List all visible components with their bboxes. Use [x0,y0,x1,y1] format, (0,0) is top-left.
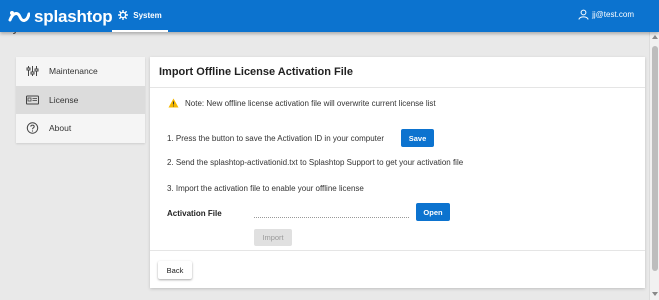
divider [150,250,645,251]
activation-file-input[interactable] [254,205,409,218]
sidebar: Maintenance License About [16,57,145,143]
warning-icon [168,98,179,108]
nav-system-label: System [133,10,162,20]
sliders-icon [26,66,39,77]
warning-note: Note: New offline license activation fil… [168,98,436,108]
open-button[interactable]: Open [416,203,450,221]
divider [150,87,645,88]
back-button[interactable]: Back [158,261,192,279]
vertical-scrollbar[interactable] [649,32,659,300]
license-import-card: Import Offline License Activation File N… [150,57,645,288]
scroll-up-icon[interactable] [652,35,658,39]
save-button[interactable]: Save [401,129,434,147]
step-2-text: 2. Send the splashtop-activationid.txt t… [167,158,464,167]
scroll-down-icon[interactable] [652,292,658,296]
import-button[interactable]: Import [254,229,292,246]
license-card-icon [26,95,39,105]
sidebar-item-maintenance[interactable]: Maintenance [16,57,145,86]
brand-name: splashtop [34,7,113,26]
gear-icon [118,10,129,20]
user-menu[interactable]: jj@test.com [578,9,634,20]
sidebar-item-label: About [49,123,72,134]
sidebar-item-label: License [49,94,79,105]
sidebar-item-license[interactable]: License [16,85,145,115]
scrollbar-thumb[interactable] [652,46,658,271]
top-bar: splashtop System jj@test.com [0,0,659,32]
user-email: jj@test.com [592,10,634,19]
user-icon [578,9,589,20]
step-3-text: 3. Import the activation file to enable … [167,184,364,193]
note-text: Note: New offline license activation fil… [185,98,436,108]
help-icon [26,122,39,135]
brand-logo[interactable]: splashtop [8,7,113,27]
step-1-text: 1. Press the button to save the Activati… [167,134,385,143]
splashtop-logo-icon [8,11,30,22]
sidebar-item-label: Maintenance [49,66,98,77]
nav-tab-system[interactable]: System [112,0,168,32]
activation-file-label: Activation File [167,209,222,218]
card-title: Import Offline License Activation File [159,66,353,78]
sidebar-item-about[interactable]: About [16,114,145,143]
